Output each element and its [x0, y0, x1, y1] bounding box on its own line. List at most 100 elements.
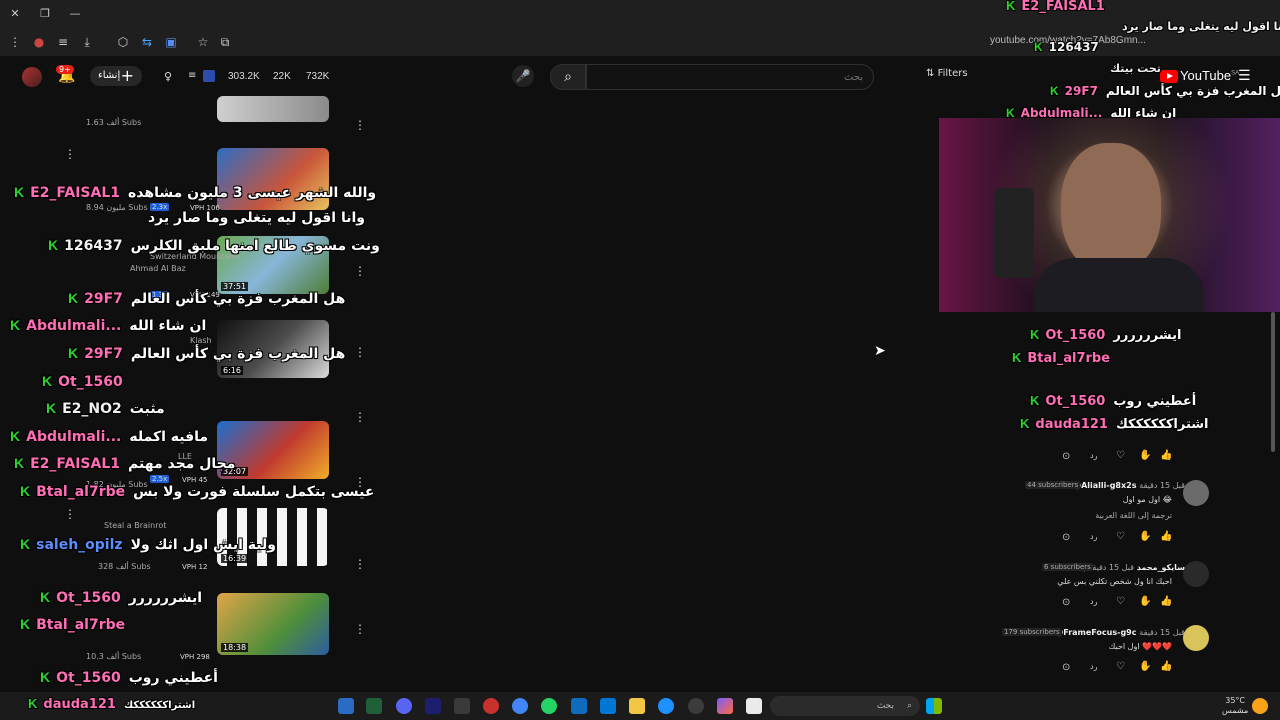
- chrome-icon[interactable]: [512, 698, 528, 714]
- weather-widget[interactable]: 35°C مشمس: [1222, 696, 1248, 716]
- discord-icon[interactable]: [396, 698, 412, 714]
- chat-username: Ot_1560: [56, 670, 121, 686]
- chat-username: Ot_1560: [56, 590, 121, 606]
- video-menu-icon[interactable]: ⋮: [354, 557, 366, 571]
- notification-count-badge: 9+: [56, 65, 74, 74]
- heart-icon[interactable]: ♡: [1116, 661, 1125, 672]
- comment-avatar[interactable]: [1183, 561, 1209, 587]
- taskbar-search[interactable]: بحث ⌕: [770, 696, 920, 716]
- video-menu-icon[interactable]: ⋮: [354, 345, 366, 359]
- weather-temp: 35°C: [1225, 696, 1245, 705]
- heart-icon[interactable]: ♡: [1116, 531, 1125, 542]
- outlier-badge: 2.5x: [150, 475, 170, 483]
- like-icon[interactable]: 👍: [1160, 450, 1172, 461]
- extension-icon[interactable]: ⇆: [138, 33, 156, 51]
- chatgpt-icon[interactable]: [688, 698, 704, 714]
- comment-author[interactable]: @Alialli-g8x2s قبل 15 دقيقة: [1073, 481, 1185, 490]
- avatar[interactable]: [22, 67, 42, 87]
- translate-icon[interactable]: ▣: [162, 33, 180, 51]
- chat-username: Ot_1560: [58, 374, 123, 390]
- windows-start-icon[interactable]: [926, 698, 942, 714]
- chat-username: 126437: [64, 238, 123, 254]
- comment-author[interactable]: @FrameFocus-g9c قبل 15 دقيقة: [1055, 628, 1185, 637]
- plus-icon: +: [120, 66, 134, 85]
- xbox-icon[interactable]: [366, 698, 382, 714]
- comment-menu-icon[interactable]: ⊙: [1062, 451, 1070, 462]
- filters-button[interactable]: ⇅ Filters: [926, 68, 968, 79]
- minimize-window-icon[interactable]: —: [64, 4, 86, 24]
- share-icon[interactable]: ⧉: [216, 33, 234, 51]
- chat-text: وانا اقول ليه يتغلى وما صار يرد: [1122, 20, 1280, 33]
- chat-message: K E2_FAISAL1 والله الشهر عيسى 3 مليون مشاه…: [14, 184, 377, 201]
- create-button[interactable]: إنشاء +: [90, 66, 142, 86]
- reply-button[interactable]: رد: [1090, 662, 1097, 671]
- browser-menu-icon[interactable]: ⋮: [6, 33, 24, 51]
- whatsapp-icon[interactable]: [541, 698, 557, 714]
- app-icon[interactable]: [454, 698, 470, 714]
- video-thumbnail[interactable]: 18:38: [217, 593, 329, 655]
- download-icon[interactable]: ⤓: [78, 33, 96, 51]
- comment-avatar[interactable]: [1183, 480, 1209, 506]
- comment-avatar[interactable]: [1183, 625, 1209, 651]
- dislike-icon[interactable]: ✋: [1139, 661, 1151, 672]
- chat-message: وانا اقول ليه يتغلى وما صار يرد: [1122, 20, 1280, 33]
- close-window-icon[interactable]: ✕: [4, 4, 26, 24]
- heart-icon[interactable]: ♡: [1116, 596, 1125, 607]
- app-icon[interactable]: [483, 698, 499, 714]
- restore-window-icon[interactable]: ❐: [34, 4, 56, 24]
- profile-icon[interactable]: ●: [30, 33, 48, 51]
- video-duration: 16:39: [221, 554, 249, 563]
- chat-message: تحت بيتك: [1110, 62, 1161, 75]
- copilot-icon[interactable]: [717, 698, 733, 714]
- comment-menu-icon[interactable]: ⊙: [1062, 662, 1070, 673]
- video-menu-icon[interactable]: ⋮: [354, 410, 366, 424]
- translate-link[interactable]: ترجمة إلى اللغة العربية: [1095, 511, 1172, 520]
- video-menu-icon[interactable]: ⋮: [64, 507, 76, 521]
- search-button[interactable]: ⌕: [550, 64, 586, 90]
- dislike-icon[interactable]: ✋: [1139, 531, 1151, 542]
- store-icon[interactable]: [600, 698, 616, 714]
- dislike-icon[interactable]: ✋: [1139, 450, 1151, 461]
- chat-text: ايشرررررر: [1113, 328, 1182, 343]
- comment-menu-icon[interactable]: ⊙: [1062, 597, 1070, 608]
- extensions-icon[interactable]: ⬡: [114, 33, 132, 51]
- list-icon[interactable]: ≡: [188, 70, 196, 81]
- video-menu-icon[interactable]: ⋮: [64, 147, 76, 161]
- edge-icon[interactable]: [571, 698, 587, 714]
- scrollbar[interactable]: [1271, 312, 1275, 452]
- heart-icon[interactable]: ♡: [1116, 450, 1125, 461]
- chat-text: اشتراككككككك: [1115, 417, 1209, 432]
- file-explorer-icon[interactable]: [629, 698, 645, 714]
- search-box[interactable]: [586, 64, 874, 90]
- reply-button[interactable]: رد: [1090, 451, 1097, 460]
- youtube-logo[interactable]: YouTubeSA: [1160, 68, 1239, 84]
- edge-browser-icon[interactable]: [658, 698, 674, 714]
- search-input[interactable]: [587, 65, 873, 89]
- reading-list-icon[interactable]: ≡: [54, 33, 72, 51]
- dislike-icon[interactable]: ✋: [1139, 596, 1151, 607]
- steam-icon[interactable]: [338, 698, 354, 714]
- video-menu-icon[interactable]: ⋮: [354, 264, 366, 278]
- like-icon[interactable]: 👍: [1160, 531, 1172, 542]
- chat-message: K 29F7 هل المغرب فزة بي كأس العالم: [68, 345, 346, 362]
- notepad-icon[interactable]: [746, 698, 762, 714]
- like-icon[interactable]: 👍: [1160, 661, 1172, 672]
- comment-author[interactable]: @سايكو_محمد قبل 15 دقيقة: [1080, 563, 1185, 572]
- comment-menu-icon[interactable]: ⊙: [1062, 532, 1070, 543]
- voice-search-mic-icon[interactable]: 🎤: [512, 65, 534, 87]
- chat-text: هل المغرب فزة بي كأس العالم: [1105, 84, 1280, 98]
- vidiq-icon[interactable]: [203, 70, 215, 82]
- video-thumbnail[interactable]: [217, 96, 329, 122]
- light-bulb-icon[interactable]: ♀: [164, 70, 172, 83]
- chat-message: Kdauda121 اشتراككككككك: [1020, 416, 1209, 432]
- chat-message: K E2_FAISAL1 مجال مجد مهتم: [14, 455, 236, 472]
- premiere-icon[interactable]: [425, 698, 441, 714]
- chat-message: K 126437: [1034, 40, 1099, 54]
- hamburger-menu-icon[interactable]: ☰: [1238, 68, 1251, 84]
- reply-button[interactable]: رد: [1090, 597, 1097, 606]
- video-menu-icon[interactable]: ⋮: [354, 622, 366, 636]
- bookmark-star-icon[interactable]: ☆: [194, 33, 212, 51]
- like-icon[interactable]: 👍: [1160, 596, 1172, 607]
- video-menu-icon[interactable]: ⋮: [354, 118, 366, 132]
- reply-button[interactable]: رد: [1090, 532, 1097, 541]
